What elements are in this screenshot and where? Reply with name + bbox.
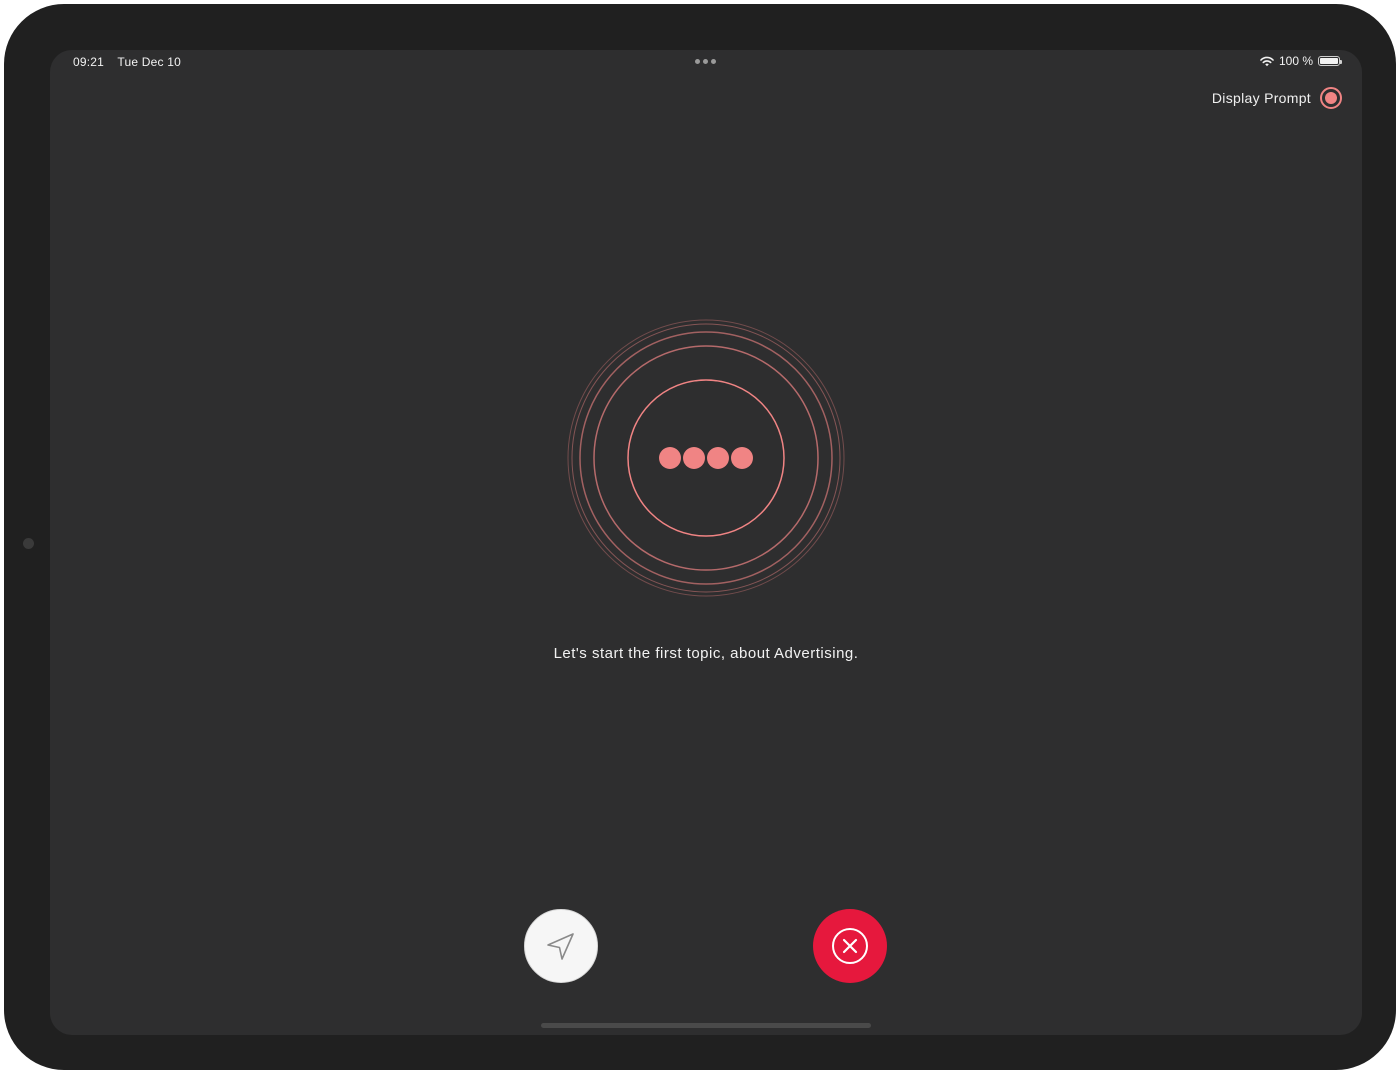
middle-ring [579,331,833,585]
radio-selected-dot [1325,92,1337,104]
outer-ring [567,319,845,597]
home-indicator[interactable] [541,1023,871,1028]
typing-dot [659,447,681,469]
display-prompt-toggle[interactable]: Display Prompt [1212,87,1342,109]
front-camera [23,538,34,549]
more-dots-icon[interactable] [695,59,716,64]
send-button[interactable] [524,909,598,983]
send-icon [547,933,574,960]
tablet-frame: 09:21 Tue Dec 10 100 % Display Prompt Le… [4,4,1396,1070]
volume-button [161,4,209,10]
outer-ring [571,323,841,593]
status-bar-left: 09:21 Tue Dec 10 [73,55,191,69]
app-screen: 09:21 Tue Dec 10 100 % Display Prompt Le… [50,50,1362,1035]
typing-dot [683,447,705,469]
top-button [4,74,10,130]
status-time: 09:21 [73,55,105,69]
display-prompt-radio-icon[interactable] [1320,87,1342,109]
status-bar-right: 100 % [1260,54,1342,68]
typing-dots-icon [659,447,753,469]
typing-dot [731,447,753,469]
volume-button [101,4,149,10]
inner-ring [627,379,785,537]
status-date: Tue Dec 10 [117,55,181,69]
wifi-icon [1260,56,1274,66]
typing-dot [707,447,729,469]
display-prompt-label: Display Prompt [1211,90,1311,106]
cancel-button[interactable] [813,909,887,983]
battery-percentage: 100 % [1278,54,1313,68]
battery-icon [1318,56,1342,66]
assistant-message: Let's start the first topic, about Adver… [553,645,859,662]
close-circle-icon [832,928,868,964]
voice-activity-orb [567,319,845,597]
